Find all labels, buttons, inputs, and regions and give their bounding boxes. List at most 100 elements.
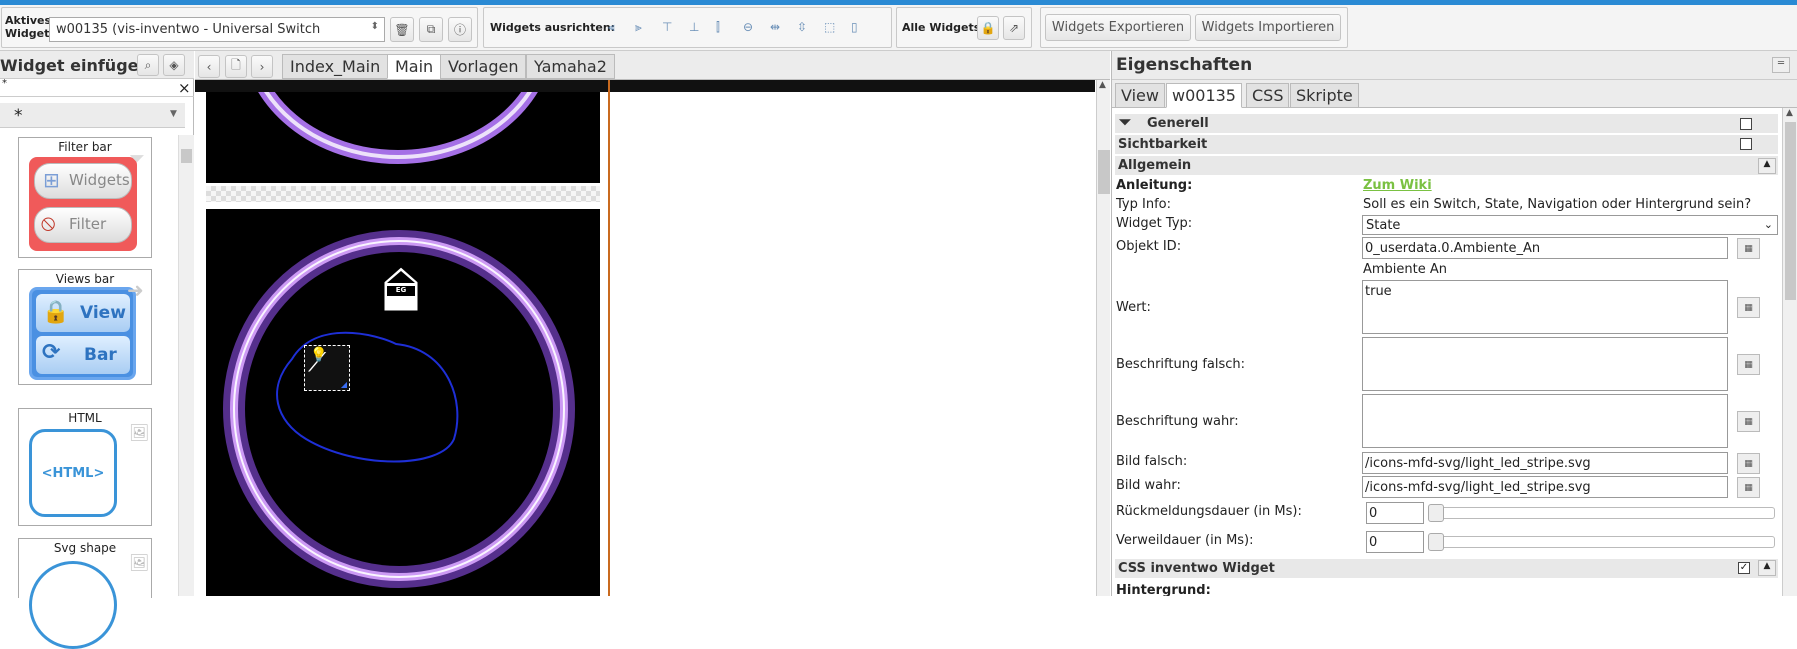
scroll-up-icon[interactable]: ▲ [1099, 80, 1106, 90]
section-generell[interactable]: ⏷ Generell [1115, 113, 1778, 133]
open-external-button[interactable]: ⇗ [1003, 16, 1025, 40]
sichtbarkeit-checkbox[interactable] [1740, 138, 1752, 150]
palette-scroll-thumb[interactable] [181, 149, 192, 163]
palette-filter-select[interactable]: * ▼ [0, 103, 185, 128]
refresh-icon: ⟳ [42, 340, 61, 365]
verweildauer-slider[interactable] [1430, 536, 1775, 548]
align-top-icon[interactable]: ⊤ [662, 20, 672, 34]
views-bar-bar-button: ⟳ Bar [36, 336, 130, 374]
delete-widget-button[interactable]: 🗑 [390, 17, 414, 42]
objekt-id-input[interactable]: 0_userdata.0.Ambiente_An [1362, 237, 1728, 259]
rueckmeldung-slider-handle[interactable] [1428, 504, 1444, 522]
bild-wahr-picker-button[interactable]: ▦ [1737, 477, 1760, 498]
export-widgets-button[interactable]: Widgets Exportieren [1045, 14, 1191, 41]
css-inventwo-checkbox[interactable]: ✓ [1738, 562, 1750, 574]
tab-widget-w00135[interactable]: w00135 [1166, 83, 1242, 108]
palette-scrollbar[interactable] [178, 135, 194, 596]
beschriftung-falsch-label: Beschriftung falsch: [1116, 357, 1246, 372]
section-allgemein[interactable]: Allgemein [1115, 156, 1778, 175]
view-manage-button[interactable]: 🗋 [225, 55, 247, 78]
beschriftung-wahr-textarea[interactable] [1362, 394, 1728, 448]
view-canvas[interactable]: EG ⟋ 💡 ◢ [195, 80, 1095, 596]
active-widget-select[interactable]: w00135 (vis-inventwo - Universal Switch … [49, 17, 385, 42]
same-height-icon[interactable]: ▯ [851, 20, 858, 34]
palette-tag-button[interactable]: ◈ [163, 54, 185, 76]
same-width-icon[interactable]: ⬚ [824, 20, 835, 34]
beschriftung-falsch-textarea[interactable] [1362, 337, 1728, 391]
filter-bar-widgets-label: Widgets [69, 171, 130, 189]
palette-search-button[interactable]: ⌕ [137, 54, 159, 76]
verweildauer-slider-handle[interactable] [1428, 533, 1444, 551]
beschriftung-wahr-picker-button[interactable]: ▦ [1737, 411, 1760, 432]
canvas-scroll-thumb[interactable] [1098, 150, 1110, 194]
active-widget-label: Aktives Widget: [5, 14, 54, 40]
zum-wiki-link[interactable]: Zum Wiki [1363, 178, 1432, 193]
bild-wahr-label: Bild wahr: [1116, 478, 1181, 493]
info-widget-button[interactable]: ⓘ [448, 17, 472, 42]
all-widgets-label: Alle Widgets: [902, 21, 985, 34]
tab-yamaha2[interactable]: Yamaha2 [526, 54, 615, 79]
filter-icon[interactable]: ⏷ [1119, 113, 1131, 131]
tab-view[interactable]: View [1115, 83, 1165, 108]
selected-universal-switch-widget[interactable]: ⟋ 💡 ◢ [304, 345, 350, 391]
rueckmeldung-input[interactable]: 0 [1366, 502, 1424, 524]
bulb-icon: 💡 [310, 347, 328, 363]
lock-all-button[interactable]: 🔒 [977, 16, 999, 40]
verweildauer-input[interactable]: 0 [1366, 531, 1424, 553]
collapse-css-inventwo-icon[interactable]: ▲ [1758, 560, 1776, 576]
panel-collapse-icon[interactable]: ═ [1772, 57, 1790, 73]
canvas-vertical-scrollbar[interactable]: ▲ [1096, 80, 1110, 596]
tab-scroll-right-button[interactable]: › [251, 55, 273, 78]
rueckmeldung-label: Rückmeldungsdauer (in Ms): [1116, 504, 1302, 519]
import-widgets-button[interactable]: Widgets Importieren [1195, 14, 1341, 41]
palette-tile-views-bar[interactable]: Views bar 🔒 View ⟳ Bar ➜ [18, 269, 152, 385]
beschriftung-falsch-picker-button[interactable]: ▦ [1737, 354, 1760, 375]
wert-picker-button[interactable]: ▦ [1737, 297, 1760, 318]
palette-tile-svg-shape[interactable]: Svg shape 🖼 [18, 538, 152, 649]
align-right-icon[interactable]: ⫸ [635, 20, 642, 35]
align-center-vertical-icon[interactable]: ⫿ [716, 20, 720, 35]
house-eg-icon[interactable]: EG [383, 266, 419, 312]
resize-handle-icon[interactable]: ◢ [341, 380, 347, 389]
section-generell-label: Generell [1147, 116, 1209, 131]
tab-main[interactable]: Main [387, 54, 442, 79]
transparency-strip [206, 186, 600, 202]
palette-tile-html[interactable]: HTML <HTML> 🖼 [18, 408, 152, 526]
views-bar-view-button: 🔒 View [36, 294, 130, 332]
palette-filter-value: * [14, 106, 23, 126]
properties-scroll-thumb[interactable] [1785, 122, 1796, 300]
widget-typ-value: State [1366, 218, 1401, 233]
wert-textarea[interactable]: true [1362, 280, 1728, 334]
wert-label: Wert: [1116, 300, 1151, 315]
align-center-horizontal-icon[interactable]: ⊖ [743, 20, 753, 34]
collapse-allgemein-icon[interactable]: ▲ [1758, 158, 1776, 174]
widget-typ-select[interactable]: State ⌄ [1362, 215, 1778, 235]
tab-skripte[interactable]: Skripte [1290, 83, 1359, 108]
tab-index-main[interactable]: Index_Main [282, 54, 389, 79]
palette-filter-close-icon[interactable]: × [178, 79, 191, 97]
tab-vorlagen[interactable]: Vorlagen [440, 54, 527, 79]
tab-css[interactable]: CSS [1246, 83, 1290, 108]
bild-falsch-picker-button[interactable]: ▦ [1737, 453, 1760, 474]
objekt-id-picker-button[interactable]: ▦ [1737, 238, 1760, 259]
filter-funnel-icon: ⏷ [129, 146, 145, 170]
align-bottom-icon[interactable]: ⊥ [689, 20, 699, 34]
properties-tab-bar: View w00135 CSS Skripte [1112, 80, 1797, 108]
align-left-icon[interactable]: ⫷ [608, 20, 615, 35]
tab-scroll-left-button[interactable]: ‹ [198, 55, 220, 78]
properties-scrollbar[interactable]: ▲ [1782, 108, 1797, 596]
distribute-vertical-icon[interactable]: ⇳ [797, 20, 807, 34]
copy-widget-button[interactable]: ⧉ [419, 17, 443, 42]
widgets-icon: ⊞ [43, 168, 60, 192]
view-tab-bar: ‹ 🗋 › Index_Main Main Vorlagen Yamaha2 [195, 51, 1110, 80]
palette-tile-filter-bar[interactable]: Filter bar ⊞ Widgets ⦸ Filter ⏷ [18, 137, 152, 258]
bild-falsch-input[interactable]: /icons-mfd-svg/light_led_stripe.svg [1362, 452, 1728, 474]
rueckmeldung-slider[interactable] [1430, 507, 1775, 519]
generell-checkbox[interactable] [1740, 118, 1752, 130]
distribute-horizontal-icon[interactable]: ⇹ [770, 20, 780, 34]
section-sichtbarkeit[interactable]: Sichtbarkeit [1115, 135, 1778, 154]
section-css-inventwo[interactable]: CSS inventwo Widget [1115, 559, 1778, 578]
bild-wahr-input[interactable]: /icons-mfd-svg/light_led_stripe.svg [1362, 476, 1728, 498]
all-widgets-group: Alle Widgets: 🔒 ⇗ [896, 7, 1032, 48]
scroll-up-icon[interactable]: ▲ [1786, 108, 1793, 118]
